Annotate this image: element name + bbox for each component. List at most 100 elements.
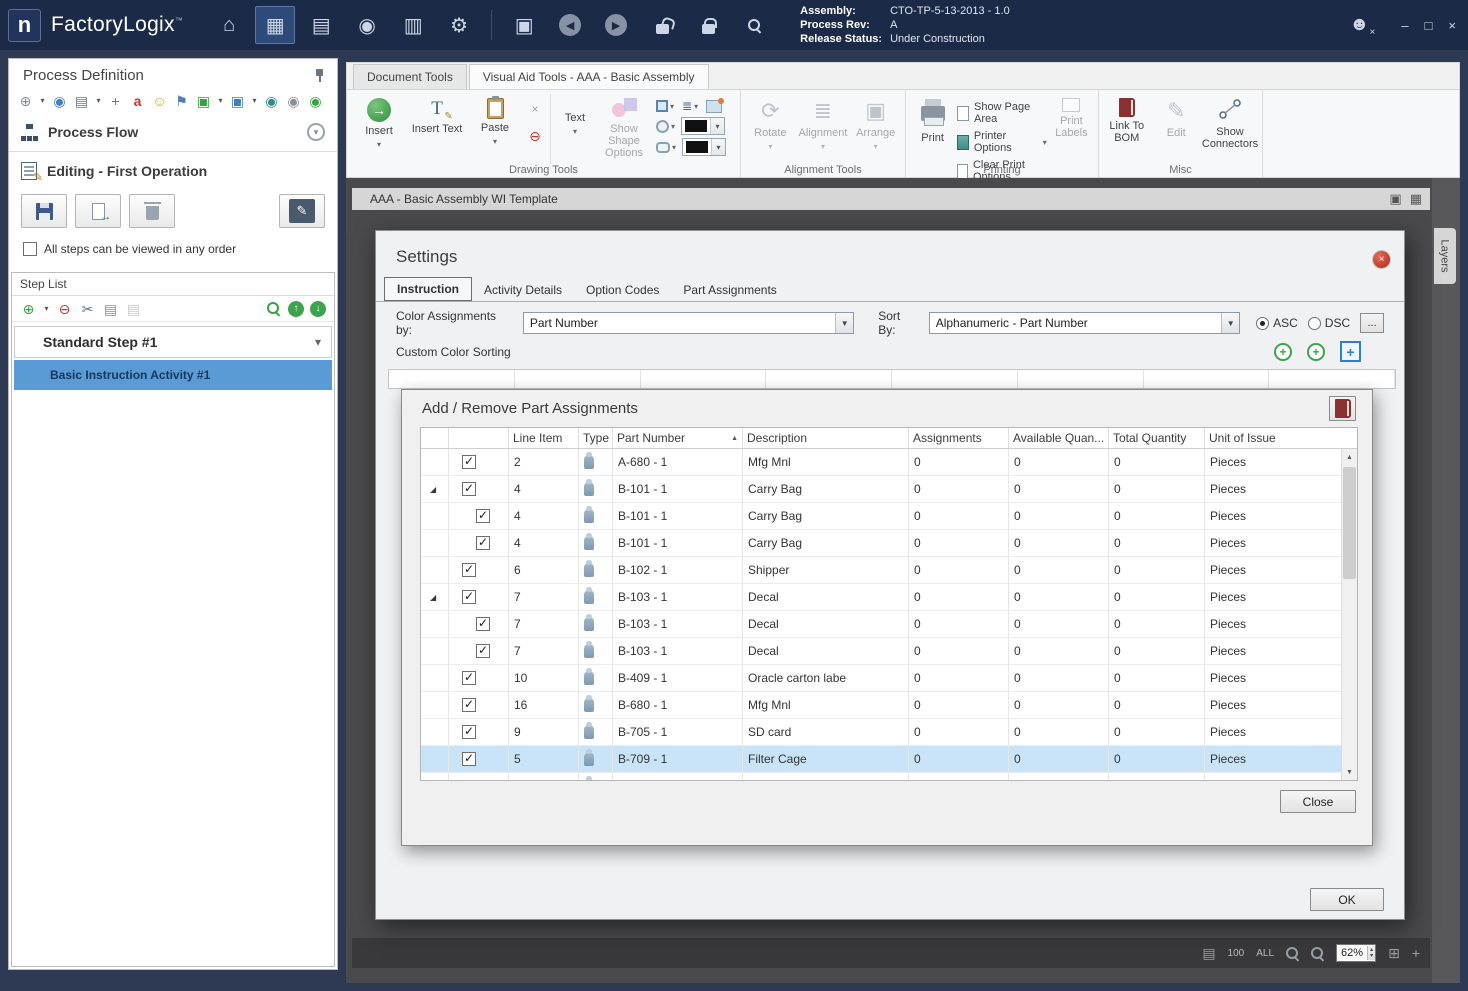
user-logout-icon[interactable]: ☻ × (1349, 14, 1375, 38)
add-step-icon[interactable]: ⊕ (20, 300, 37, 317)
delete-step-button[interactable] (129, 194, 175, 228)
scrollbar-thumb[interactable] (1343, 467, 1356, 579)
row-expander-icon[interactable]: ◢ (430, 593, 436, 602)
row-checkbox[interactable] (462, 751, 476, 766)
copy-icon[interactable]: ▤ (102, 300, 119, 317)
fill-color-picker[interactable]: ▾ (681, 117, 726, 135)
add-node-icon[interactable]: + (107, 92, 124, 109)
add-part-button[interactable]: + (1340, 341, 1361, 362)
edit-button[interactable]: ✎ Edit (1153, 94, 1201, 160)
scroll-down-icon[interactable]: ▼ (1342, 764, 1357, 780)
zoom-all-button[interactable]: ALL (1256, 948, 1274, 959)
row-checkbox[interactable] (462, 724, 476, 739)
zoom-down-icon[interactable]: ▾ (1370, 953, 1373, 959)
table-row[interactable]: 4B-101 - 1Carry Bag000Pieces (421, 530, 1343, 557)
maximize-button[interactable]: □ (1425, 18, 1433, 33)
audit-search-icon[interactable] (734, 6, 774, 44)
zoom-level-spinner[interactable]: 62% ▴ ▾ (1336, 944, 1377, 962)
save-icon[interactable]: ▣ (504, 6, 544, 44)
close-icon[interactable]: × (1373, 251, 1390, 268)
minimize-button[interactable]: ‒ (1401, 18, 1408, 33)
show-connectors-button[interactable]: Show Connectors (1202, 94, 1258, 160)
chevron-down-icon[interactable]: ▾ (43, 300, 50, 317)
line-style-button[interactable]: ≣ ▾ (680, 98, 700, 114)
zoom-100-button[interactable]: 100 (1228, 948, 1245, 959)
table-row[interactable]: ◢4B-101 - 1Carry Bag000Pieces (421, 476, 1343, 503)
chevron-down-icon[interactable]: ▾ (217, 92, 224, 109)
globe-icon[interactable]: ◉ (51, 92, 68, 109)
table-row[interactable]: 7B-103 - 1Decal000Pieces (421, 638, 1343, 665)
add-color-icon[interactable]: + (1274, 342, 1292, 361)
window-restore-icon[interactable]: ▣ (1389, 191, 1401, 207)
forward-icon[interactable]: ▶ (596, 6, 636, 44)
pan-icon[interactable]: + (1412, 945, 1420, 961)
column-header-empty[interactable] (421, 428, 449, 448)
table-row[interactable]: ◢7B-103 - 1Decal000Pieces (421, 584, 1343, 611)
chevron-down-icon[interactable]: ▾ (251, 92, 258, 109)
ellipse-shape-button[interactable]: ▾ (654, 119, 677, 134)
rounded-rect-shape-button[interactable]: ▾ (654, 141, 678, 154)
sync-icon[interactable]: ◉ (263, 92, 280, 109)
remove-shape-icon[interactable]: ⊖ (529, 128, 541, 145)
activity-item-selected[interactable]: Basic Instruction Activity #1 (14, 360, 332, 390)
reports-icon[interactable]: ▥ (393, 6, 433, 44)
paste-icon[interactable]: ▤ (125, 300, 142, 317)
import-step-button[interactable] (75, 194, 121, 228)
settings-tab-part-assignments[interactable]: Part Assignments (671, 279, 788, 301)
table-row-partial[interactable] (421, 773, 1343, 780)
step-item[interactable]: Standard Step #1 ▾ (14, 326, 332, 358)
alignment-button[interactable]: ≣ Alignment ▾ (798, 94, 849, 160)
column-header[interactable]: Total Quantity (1109, 428, 1205, 448)
row-checkbox[interactable] (462, 562, 476, 577)
table-row[interactable]: 6B-102 - 1Shipper000Pieces (421, 557, 1343, 584)
document-library-icon[interactable]: ▤ (301, 6, 341, 44)
table-row[interactable]: 4B-101 - 1Carry Bag000Pieces (421, 503, 1343, 530)
process-flow-header[interactable]: Process Flow ▾ (9, 117, 337, 147)
fit-grid-icon[interactable]: ⊞ (1388, 945, 1400, 962)
cut-icon[interactable]: ✂ (79, 300, 96, 317)
asc-radio[interactable] (1256, 316, 1270, 330)
bom-lookup-button[interactable] (1329, 396, 1356, 421)
ok-button[interactable]: OK (1310, 888, 1384, 911)
ribbon-tab-visual-aid-tools-aaa-basic-assembly[interactable]: Visual Aid Tools - AAA - Basic Assembly (468, 64, 709, 89)
print-button[interactable]: Print (910, 94, 955, 160)
rectangle-shape-button[interactable]: ▾ (654, 99, 676, 113)
show-page-area-button[interactable]: Show Page Area (957, 101, 1047, 125)
any-order-checkbox[interactable] (23, 242, 37, 256)
table-row[interactable]: 7B-103 - 1Decal000Pieces (421, 611, 1343, 638)
table-row[interactable]: 2A-680 - 1Mfg Mnl000Pieces (421, 449, 1343, 476)
move-down-icon[interactable]: ↓ (310, 300, 326, 317)
row-checkbox[interactable] (476, 535, 490, 550)
back-icon[interactable]: ◀ (550, 6, 590, 44)
dispatch-icon[interactable]: ◉ (347, 6, 387, 44)
language-icon[interactable]: a (129, 92, 146, 109)
table-row[interactable]: 16B-680 - 1Mfg Mnl000Pieces (421, 692, 1343, 719)
user-icon[interactable]: ☺ (151, 92, 168, 109)
window-panel-icon[interactable]: ▦ (1410, 191, 1422, 207)
column-header-empty[interactable] (449, 428, 509, 448)
zoom-out-icon[interactable] (1286, 946, 1299, 960)
dsc-radio[interactable] (1307, 316, 1321, 330)
any-order-option[interactable]: All steps can be viewed in any order (9, 232, 337, 262)
settings-gear-icon[interactable]: ⚙ (439, 6, 479, 44)
zoom-step-icon[interactable] (265, 300, 282, 317)
scroll-up-icon[interactable]: ▲ (1342, 449, 1357, 465)
row-expander-icon[interactable]: ◢ (430, 485, 436, 494)
zoom-in-icon[interactable] (1311, 946, 1324, 960)
add-color-group-icon[interactable]: + (1307, 342, 1325, 361)
close-button[interactable]: Close (1280, 790, 1356, 813)
row-checkbox[interactable] (476, 643, 490, 658)
row-checkbox[interactable] (476, 508, 490, 523)
unlock-icon[interactable] (642, 6, 682, 44)
paste-button[interactable]: Paste ▾ (467, 94, 523, 160)
remove-step-icon[interactable]: ⊖ (56, 300, 73, 317)
package-icon[interactable]: ▣ (195, 92, 212, 109)
page-layout-icon[interactable]: ▤ (1202, 945, 1215, 962)
record-icon[interactable]: ◉ (285, 92, 302, 109)
sort-by-dropdown[interactable]: Alphanumeric - Part Number ▼ (928, 312, 1241, 334)
column-header[interactable]: Part Number ▲ (613, 428, 743, 448)
chevron-down-icon[interactable]: ▾ (39, 92, 46, 109)
clear-shape-icon[interactable]: × (531, 102, 538, 116)
collapse-chevron-icon[interactable]: ▾ (307, 123, 325, 141)
pin-icon[interactable] (313, 68, 325, 83)
